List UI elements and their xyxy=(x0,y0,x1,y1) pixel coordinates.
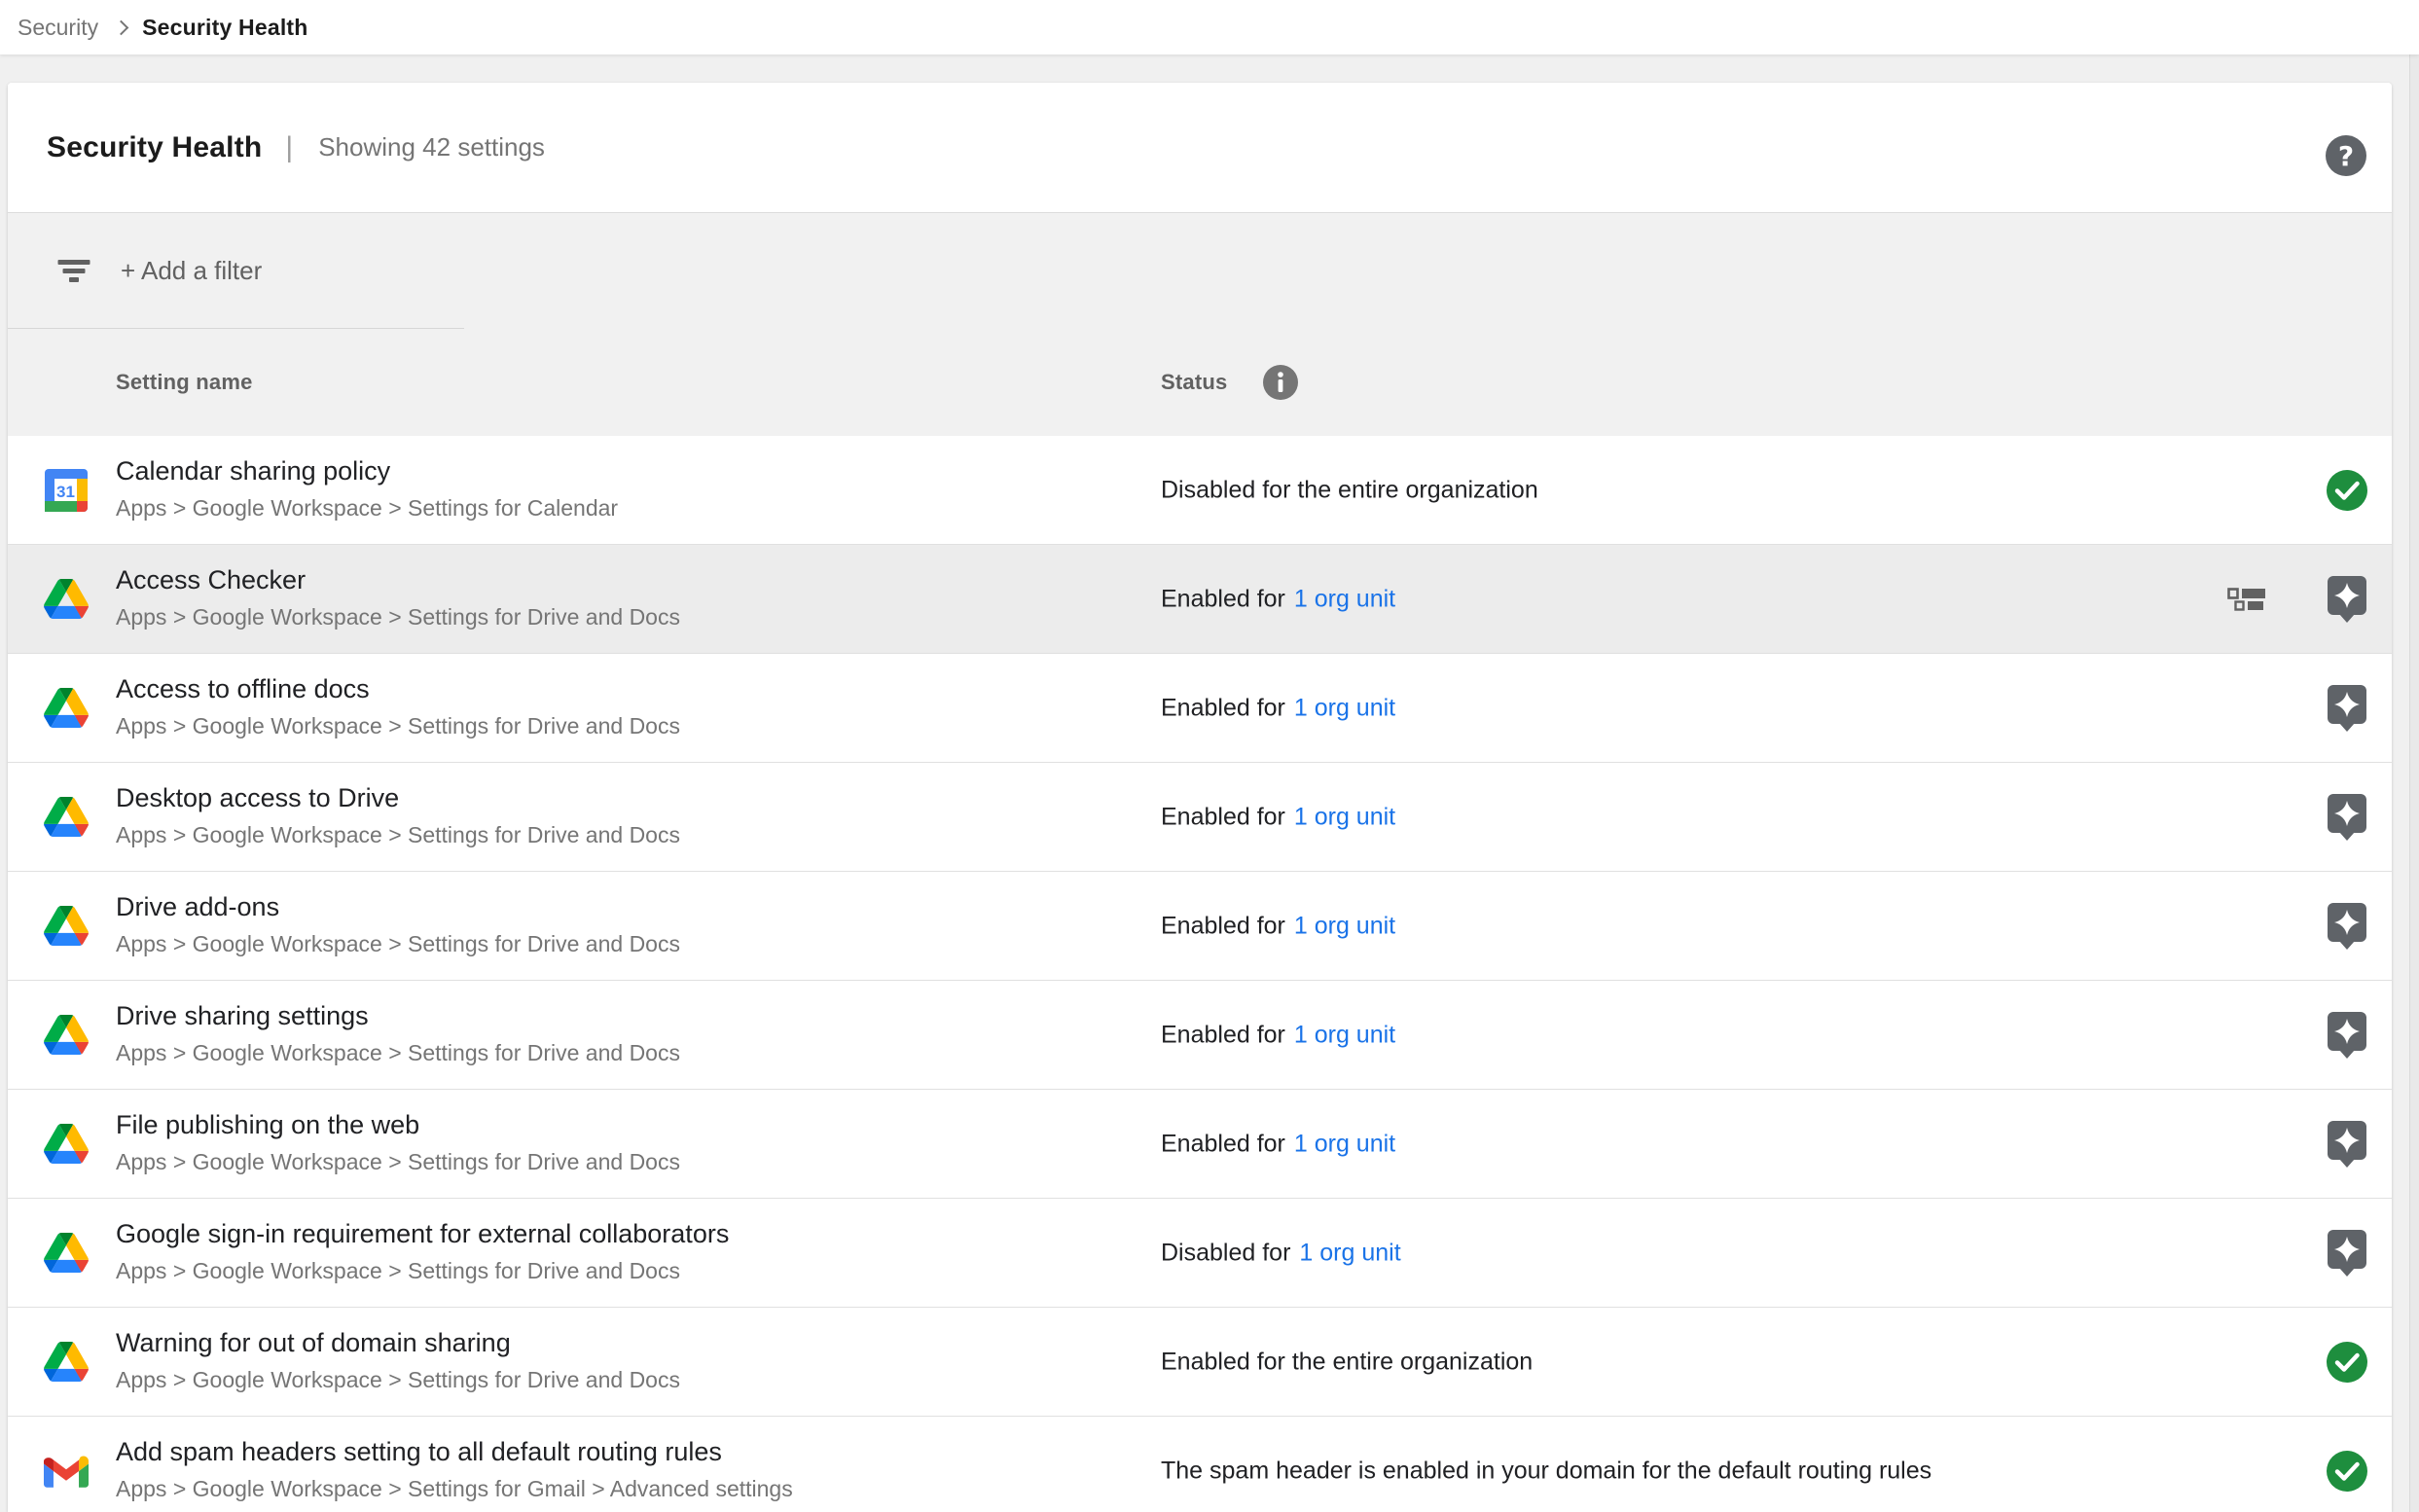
google-drive-icon xyxy=(44,1340,89,1385)
table-row[interactable]: Desktop access to Drive Apps > Google Wo… xyxy=(8,763,2392,872)
page-title: Security Health xyxy=(47,131,262,164)
filter-icon[interactable] xyxy=(57,260,90,282)
status-text: Enabled for1 org unit xyxy=(1161,1021,1395,1049)
table-header-row: Setting name Status xyxy=(8,329,2392,437)
org-unit-link[interactable]: 1 org unit xyxy=(1294,694,1395,721)
table-row[interactable]: Google sign-in requirement for external … xyxy=(8,1199,2392,1308)
setting-path: Apps > Google Workspace > Settings for G… xyxy=(116,1476,793,1502)
breadcrumb-current: Security Health xyxy=(142,15,307,41)
google-calendar-icon: 31 xyxy=(44,468,89,513)
table-row[interactable]: File publishing on the web Apps > Google… xyxy=(8,1090,2392,1199)
breadcrumb-parent-link[interactable]: Security xyxy=(18,15,98,41)
setting-name: Drive add-ons xyxy=(116,892,279,922)
status-text: Disabled for1 org unit xyxy=(1161,1239,1401,1267)
status-ok-icon[interactable] xyxy=(2326,1446,2368,1496)
google-drive-icon xyxy=(44,904,89,949)
recommendation-badge-icon[interactable] xyxy=(2326,1119,2368,1170)
google-drive-icon xyxy=(44,1013,89,1058)
chevron-right-icon xyxy=(114,19,129,35)
table-row[interactable]: Warning for out of domain sharing Apps >… xyxy=(8,1308,2392,1417)
help-icon[interactable]: ? xyxy=(2326,135,2366,176)
gmail-icon xyxy=(44,1449,89,1494)
google-drive-icon xyxy=(44,686,89,731)
status-ok-icon[interactable] xyxy=(2326,1337,2368,1387)
settings-list: 31 Calendar sharing policy Apps > Google… xyxy=(8,436,2392,1512)
setting-name: Access Checker xyxy=(116,565,306,595)
add-filter-button[interactable]: + Add a filter xyxy=(121,256,262,286)
google-drive-icon xyxy=(44,795,89,840)
filter-and-header-section: + Add a filter Setting name Status xyxy=(8,212,2392,436)
setting-name: Desktop access to Drive xyxy=(116,783,399,813)
setting-name: Drive sharing settings xyxy=(116,1001,369,1031)
org-unit-link[interactable]: 1 org unit xyxy=(1294,1130,1395,1157)
org-unit-link[interactable]: 1 org unit xyxy=(1294,1021,1395,1048)
recommendation-badge-icon[interactable] xyxy=(2326,683,2368,734)
recommendation-badge-icon[interactable] xyxy=(2326,792,2368,843)
status-text: Disabled for the entire organization xyxy=(1161,476,1538,504)
info-icon[interactable] xyxy=(1262,364,1299,401)
setting-path: Apps > Google Workspace > Settings for D… xyxy=(116,713,680,739)
status-ok-icon[interactable] xyxy=(2326,465,2368,516)
org-unit-link[interactable]: 1 org unit xyxy=(1294,585,1395,612)
recommendation-badge-icon[interactable] xyxy=(2326,1010,2368,1061)
svg-text:31: 31 xyxy=(56,483,75,501)
setting-name: Calendar sharing policy xyxy=(116,456,390,486)
table-row[interactable]: Access Checker Apps > Google Workspace >… xyxy=(8,545,2392,654)
ou-override-icon xyxy=(2227,588,2266,611)
column-header-setting-name: Setting name xyxy=(116,370,253,395)
setting-path: Apps > Google Workspace > Settings for C… xyxy=(116,495,618,522)
status-text: Enabled for1 org unit xyxy=(1161,803,1395,831)
setting-path: Apps > Google Workspace > Settings for D… xyxy=(116,1040,680,1066)
setting-path: Apps > Google Workspace > Settings for D… xyxy=(116,1149,680,1175)
setting-name: Access to offline docs xyxy=(116,674,370,704)
column-header-status: Status xyxy=(1161,370,1227,395)
title-separator: | xyxy=(285,131,293,164)
status-text: Enabled for1 org unit xyxy=(1161,585,1395,613)
setting-name: Google sign-in requirement for external … xyxy=(116,1219,729,1249)
settings-count-label: Showing 42 settings xyxy=(318,132,545,162)
setting-path: Apps > Google Workspace > Settings for D… xyxy=(116,822,680,848)
setting-name: Warning for out of domain sharing xyxy=(116,1328,511,1358)
table-row[interactable]: Access to offline docs Apps > Google Wor… xyxy=(8,654,2392,763)
setting-name: Add spam headers setting to all default … xyxy=(116,1437,722,1467)
recommendation-badge-icon[interactable] xyxy=(2326,901,2368,952)
status-text: Enabled for1 org unit xyxy=(1161,912,1395,940)
recommendation-badge-icon[interactable] xyxy=(2326,574,2368,625)
setting-path: Apps > Google Workspace > Settings for D… xyxy=(116,604,680,630)
status-text: The spam header is enabled in your domai… xyxy=(1161,1457,1932,1485)
setting-name: File publishing on the web xyxy=(116,1110,419,1140)
setting-path: Apps > Google Workspace > Settings for D… xyxy=(116,931,680,957)
breadcrumb: Security Security Health xyxy=(0,0,2419,54)
table-row[interactable]: Drive sharing settings Apps > Google Wor… xyxy=(8,981,2392,1090)
status-text: Enabled for1 org unit xyxy=(1161,694,1395,722)
table-row[interactable]: 31 Calendar sharing policy Apps > Google… xyxy=(8,436,2392,545)
scrollbar[interactable] xyxy=(2409,54,2419,1512)
status-text: Enabled for the entire organization xyxy=(1161,1348,1533,1376)
status-text: Enabled for1 org unit xyxy=(1161,1130,1395,1158)
google-drive-icon xyxy=(44,1231,89,1276)
security-health-card: Security Health | Showing 42 settings ? … xyxy=(8,83,2392,1512)
setting-path: Apps > Google Workspace > Settings for D… xyxy=(116,1367,680,1393)
table-row[interactable]: Drive add-ons Apps > Google Workspace > … xyxy=(8,872,2392,981)
filter-bar: + Add a filter xyxy=(8,213,2392,328)
google-drive-icon xyxy=(44,577,89,622)
recommendation-badge-icon[interactable] xyxy=(2326,1228,2368,1278)
org-unit-link[interactable]: 1 org unit xyxy=(1294,912,1395,939)
setting-path: Apps > Google Workspace > Settings for D… xyxy=(116,1258,680,1284)
org-unit-link[interactable]: 1 org unit xyxy=(1299,1239,1400,1266)
google-drive-icon xyxy=(44,1122,89,1167)
table-row[interactable]: Add spam headers setting to all default … xyxy=(8,1417,2392,1512)
card-header: Security Health | Showing 42 settings ? xyxy=(8,83,2392,212)
org-unit-link[interactable]: 1 org unit xyxy=(1294,803,1395,830)
